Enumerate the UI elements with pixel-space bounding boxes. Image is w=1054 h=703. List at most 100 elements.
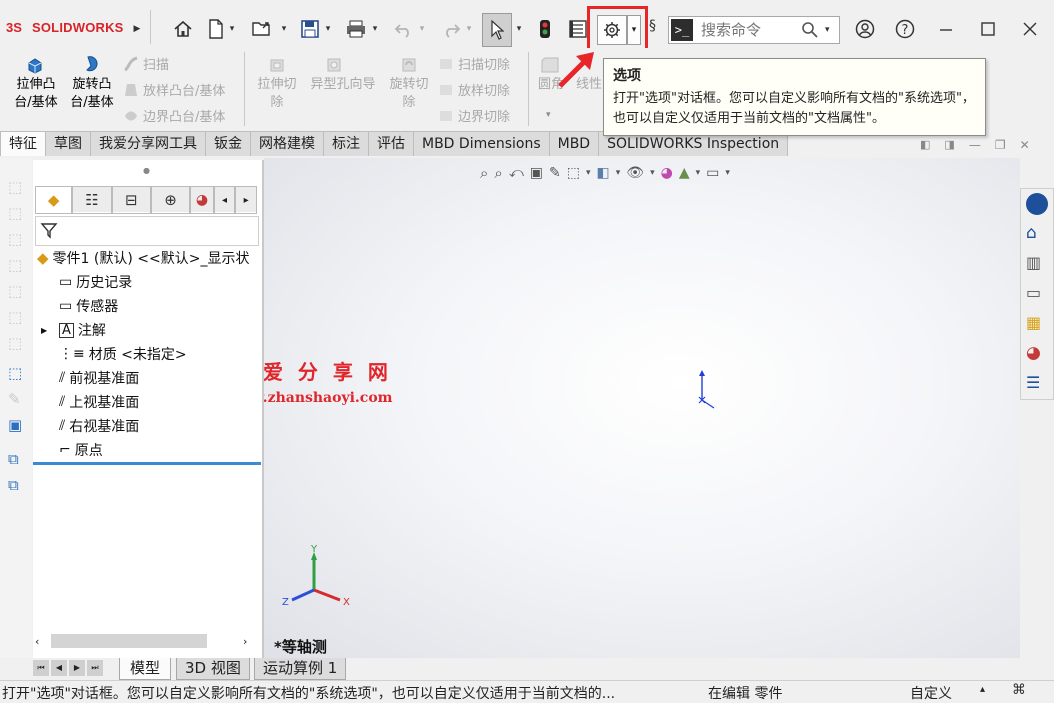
tab-mbd[interactable]: MBD	[548, 131, 600, 156]
save-dropdown-arrow[interactable]: ▾	[323, 16, 333, 42]
tab-features[interactable]: 特征	[0, 131, 46, 156]
solidworks-resources-icon[interactable]	[1026, 193, 1048, 215]
redo-icon[interactable]	[438, 16, 464, 42]
display-style-arrow[interactable]: ▾	[616, 168, 621, 178]
tab-model[interactable]: 模型	[119, 658, 172, 680]
doc-close-icon[interactable]: ✕	[1020, 138, 1030, 152]
revolve-cut-button[interactable]: 旋转切 除	[384, 76, 434, 112]
doc-prev-icon[interactable]: ◧	[920, 138, 930, 152]
custom-properties-icon[interactable]: ☰	[1026, 373, 1040, 392]
strip-paste-icon[interactable]: ⧉	[8, 476, 19, 494]
extrude-boss-button[interactable]: 拉伸凸 台/基体	[8, 76, 64, 112]
new-document-icon[interactable]	[203, 16, 229, 42]
hole-wizard-button[interactable]: 异型孔向导	[304, 76, 382, 94]
first-tab-icon[interactable]: ⏮	[33, 660, 49, 676]
search-icon[interactable]	[801, 21, 819, 39]
tab-share-tools[interactable]: 我爱分享网工具	[90, 131, 206, 156]
undo-dropdown-arrow[interactable]: ▾	[417, 16, 427, 42]
search-dropdown-arrow[interactable]: ▾	[825, 25, 830, 35]
panel-tab-scroll-right[interactable]: ▸	[235, 186, 257, 214]
strip-icon-1[interactable]: ⬚	[8, 178, 22, 196]
loft-boss-button[interactable]: 放样凸台/基体	[123, 80, 225, 99]
doc-restore-icon[interactable]: ❐	[995, 138, 1006, 152]
fillet-dropdown-arrow[interactable]: ▾	[546, 110, 551, 120]
rebuild-traffic-light-icon[interactable]	[532, 16, 558, 42]
display-style-icon[interactable]: ◧	[597, 165, 610, 181]
maximize-icon[interactable]	[975, 16, 1001, 42]
save-icon[interactable]	[297, 16, 323, 42]
tree-horizontal-scrollbar[interactable]: ‹ ›	[35, 632, 261, 650]
dimxpert-tab-icon[interactable]: ⊕	[150, 186, 191, 214]
strip-edit-icon[interactable]: ✎	[8, 390, 21, 408]
doc-minimize-icon[interactable]: —	[969, 138, 981, 152]
tag-icon[interactable]: ⌘	[1012, 682, 1026, 698]
status-units[interactable]: 自定义	[910, 683, 952, 703]
tab-sheet-metal[interactable]: 钣金	[205, 131, 251, 156]
hide-show-icon[interactable]: 👁	[626, 165, 644, 181]
panel-splitter[interactable]	[262, 160, 264, 658]
sweep-button[interactable]: 扫描	[123, 54, 169, 73]
help-icon[interactable]: ?	[892, 16, 918, 42]
panel-tab-scroll-left[interactable]: ◂	[213, 186, 236, 214]
expand-chevron-icon[interactable]: ▶	[41, 326, 55, 335]
strip-copy-icon[interactable]: ⧉	[8, 450, 19, 468]
file-explorer-icon[interactable]: ▭	[1026, 283, 1041, 302]
new-dropdown-arrow[interactable]: ▾	[227, 16, 237, 42]
options-button[interactable]	[597, 15, 627, 45]
last-tab-icon[interactable]: ⏭	[87, 660, 103, 676]
revolve-boss-button[interactable]: 旋转凸 台/基体	[64, 76, 120, 112]
tree-item-right-plane[interactable]: ⫽ 右视基准面	[59, 416, 139, 436]
tab-motion-study[interactable]: 运动算例 1	[254, 658, 347, 680]
panel-grip[interactable]: ●	[143, 166, 150, 175]
tree-item-origin[interactable]: ⌐ 原点	[59, 440, 103, 460]
view-palette-icon[interactable]: ▦	[1026, 313, 1041, 332]
property-manager-tab-icon[interactable]: ☷	[72, 186, 112, 214]
tab-evaluate[interactable]: 评估	[368, 131, 414, 156]
options-dropdown-arrow[interactable]: ▾	[627, 15, 641, 45]
minimize-icon[interactable]	[933, 16, 959, 42]
select-tool-button[interactable]	[482, 13, 512, 47]
boundary-cut-button[interactable]: 边界切除	[438, 106, 510, 125]
apply-scene-icon[interactable]: ▲	[679, 165, 690, 181]
search-input[interactable]	[699, 20, 795, 40]
view-settings-arrow[interactable]: ▾	[725, 168, 730, 178]
strip-icon-2[interactable]: ⬚	[8, 204, 22, 222]
feature-manager-tab-icon[interactable]: ◆	[35, 186, 73, 214]
view-settings-icon[interactable]: ▭	[706, 165, 719, 181]
view-orientation-icon[interactable]: ⬚	[567, 165, 580, 181]
dynamic-annotation-icon[interactable]: ✎	[549, 165, 561, 181]
view-orientation-arrow[interactable]: ▾	[586, 168, 591, 178]
rollback-bar[interactable]	[33, 462, 261, 465]
configuration-manager-tab-icon[interactable]: ⊟	[111, 186, 151, 214]
appearances-icon[interactable]: ◕	[1026, 343, 1041, 363]
strip-icon-5[interactable]: ⬚	[8, 282, 22, 300]
graphics-area[interactable]: ⌕ ⌕ ⤺ ▣ ✎ ⬚ ▾ ◧ ▾ 👁 ▾ ◕ ▲ ▾ ▭ ▾ 我 爱 分 享 …	[228, 158, 1020, 658]
tree-item-sensors[interactable]: ▭ 传感器	[59, 296, 118, 316]
home-icon[interactable]	[170, 16, 196, 42]
filter-box[interactable]	[35, 216, 259, 246]
close-icon[interactable]	[1017, 16, 1043, 42]
logo-menu-arrow[interactable]: ▶	[132, 16, 142, 42]
tree-item-history[interactable]: ▭ 历史记录	[59, 272, 132, 292]
strip-icon-4[interactable]: ⬚	[8, 256, 22, 274]
tab-sketch[interactable]: 草图	[45, 131, 91, 156]
undo-icon[interactable]	[391, 16, 417, 42]
search-box[interactable]: >_ ▾	[668, 16, 840, 44]
display-manager-tab-icon[interactable]: ◕	[190, 186, 214, 214]
tab-markup[interactable]: 标注	[323, 131, 369, 156]
user-account-icon[interactable]	[852, 16, 878, 42]
extrude-cut-button[interactable]: 拉伸切 除	[252, 76, 302, 112]
open-dropdown-arrow[interactable]: ▾	[279, 16, 289, 42]
tree-item-front-plane[interactable]: ⫽ 前视基准面	[59, 368, 139, 388]
redo-dropdown-arrow[interactable]: ▾	[464, 16, 474, 42]
tab-mesh-modeling[interactable]: 网格建模	[250, 131, 324, 156]
strip-icon-6[interactable]: ⬚	[8, 308, 22, 326]
scroll-thumb[interactable]	[51, 634, 207, 648]
home-pane-icon[interactable]: ⌂	[1026, 223, 1037, 243]
hide-show-arrow[interactable]: ▾	[650, 168, 655, 178]
scroll-right-arrow[interactable]: ›	[243, 635, 247, 648]
strip-select-icon[interactable]: ⬚	[8, 364, 22, 382]
edit-appearance-icon[interactable]: ◕	[661, 165, 673, 181]
section-view-icon[interactable]: ▣	[530, 165, 543, 181]
select-dropdown-arrow[interactable]: ▾	[514, 16, 524, 42]
